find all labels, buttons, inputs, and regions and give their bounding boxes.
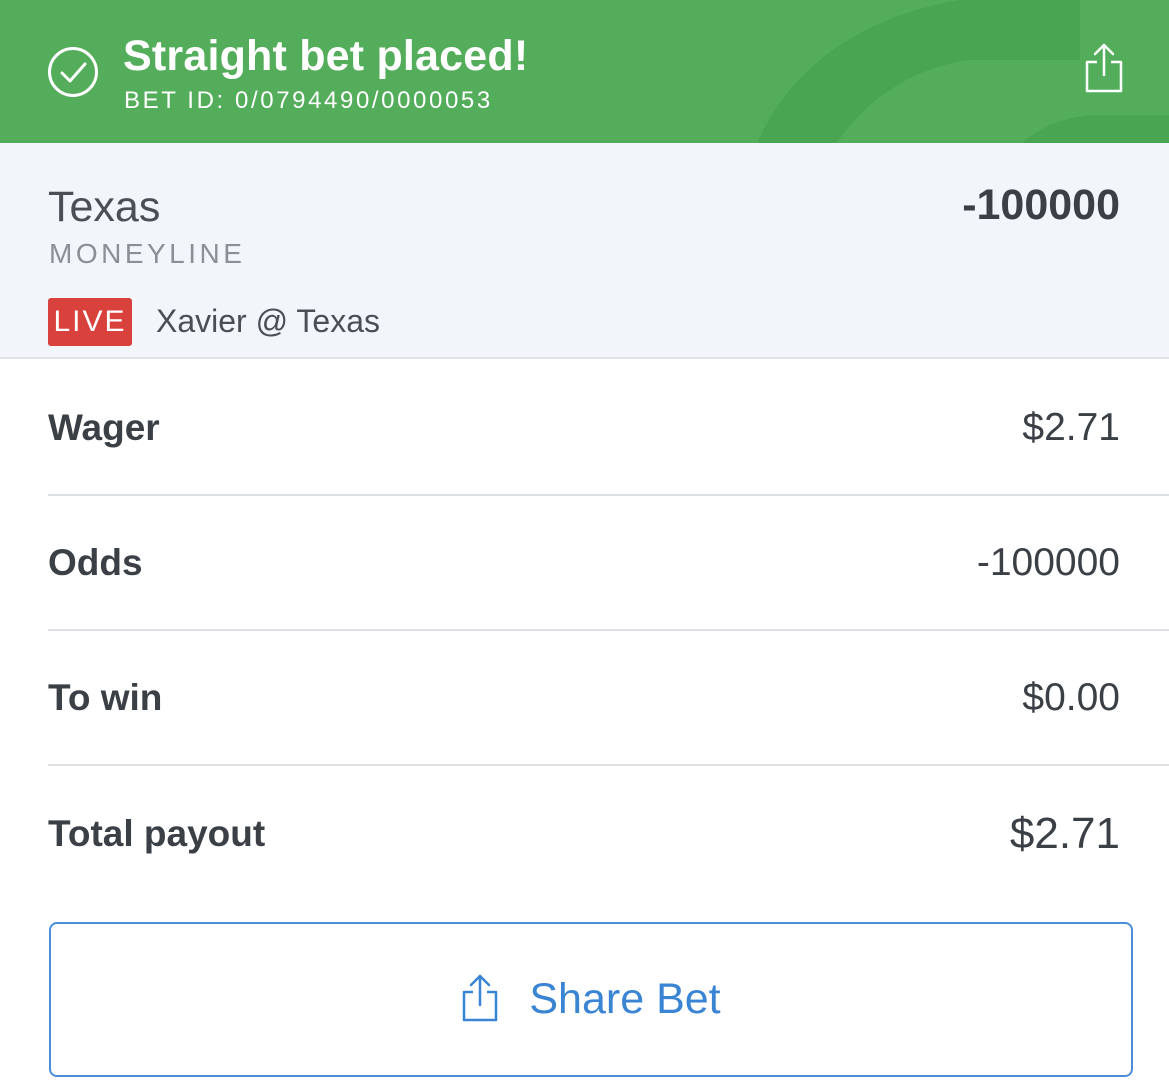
detail-row-total-payout: Total payout $2.71	[48, 766, 1169, 901]
bet-id: BET ID: 0/0794490/0000053	[124, 87, 493, 114]
detail-value: $0.00	[1022, 675, 1120, 719]
detail-label: Wager	[48, 406, 160, 448]
share-icon[interactable]	[1084, 42, 1124, 94]
detail-label: To win	[48, 676, 163, 718]
detail-value: $2.71	[1009, 808, 1120, 858]
check-circle-icon	[48, 47, 98, 97]
share-bet-button-content[interactable]: Share Bet	[51, 924, 1131, 1075]
event-matchup: Xavier @ Texas	[156, 303, 380, 339]
share-icon	[463, 974, 498, 1021]
selection-odds: -100000	[962, 181, 1120, 229]
detail-row-to-win: To win $0.00	[48, 631, 1169, 766]
detail-label: Total payout	[48, 812, 266, 854]
detail-value: -100000	[976, 540, 1120, 584]
share-bet-label: Share Bet	[529, 975, 721, 1023]
detail-row-odds: Odds -100000	[48, 496, 1169, 631]
detail-label: Odds	[48, 541, 143, 583]
detail-row-wager: Wager $2.71	[48, 361, 1169, 496]
confirmation-header: Straight bet placed! BET ID: 0/0794490/0…	[0, 0, 1169, 143]
selection-summary: Texas MONEYLINE -100000 LIVE Xavier @ Te…	[0, 143, 1169, 359]
share-bet-button[interactable]: Share Bet	[49, 922, 1133, 1077]
detail-value: $2.71	[1022, 405, 1120, 449]
bet-type-label: MONEYLINE	[49, 238, 246, 269]
confirmation-title: Straight bet placed!	[123, 32, 529, 80]
selection-team: Texas	[48, 183, 161, 231]
live-badge: LIVE	[48, 298, 132, 346]
